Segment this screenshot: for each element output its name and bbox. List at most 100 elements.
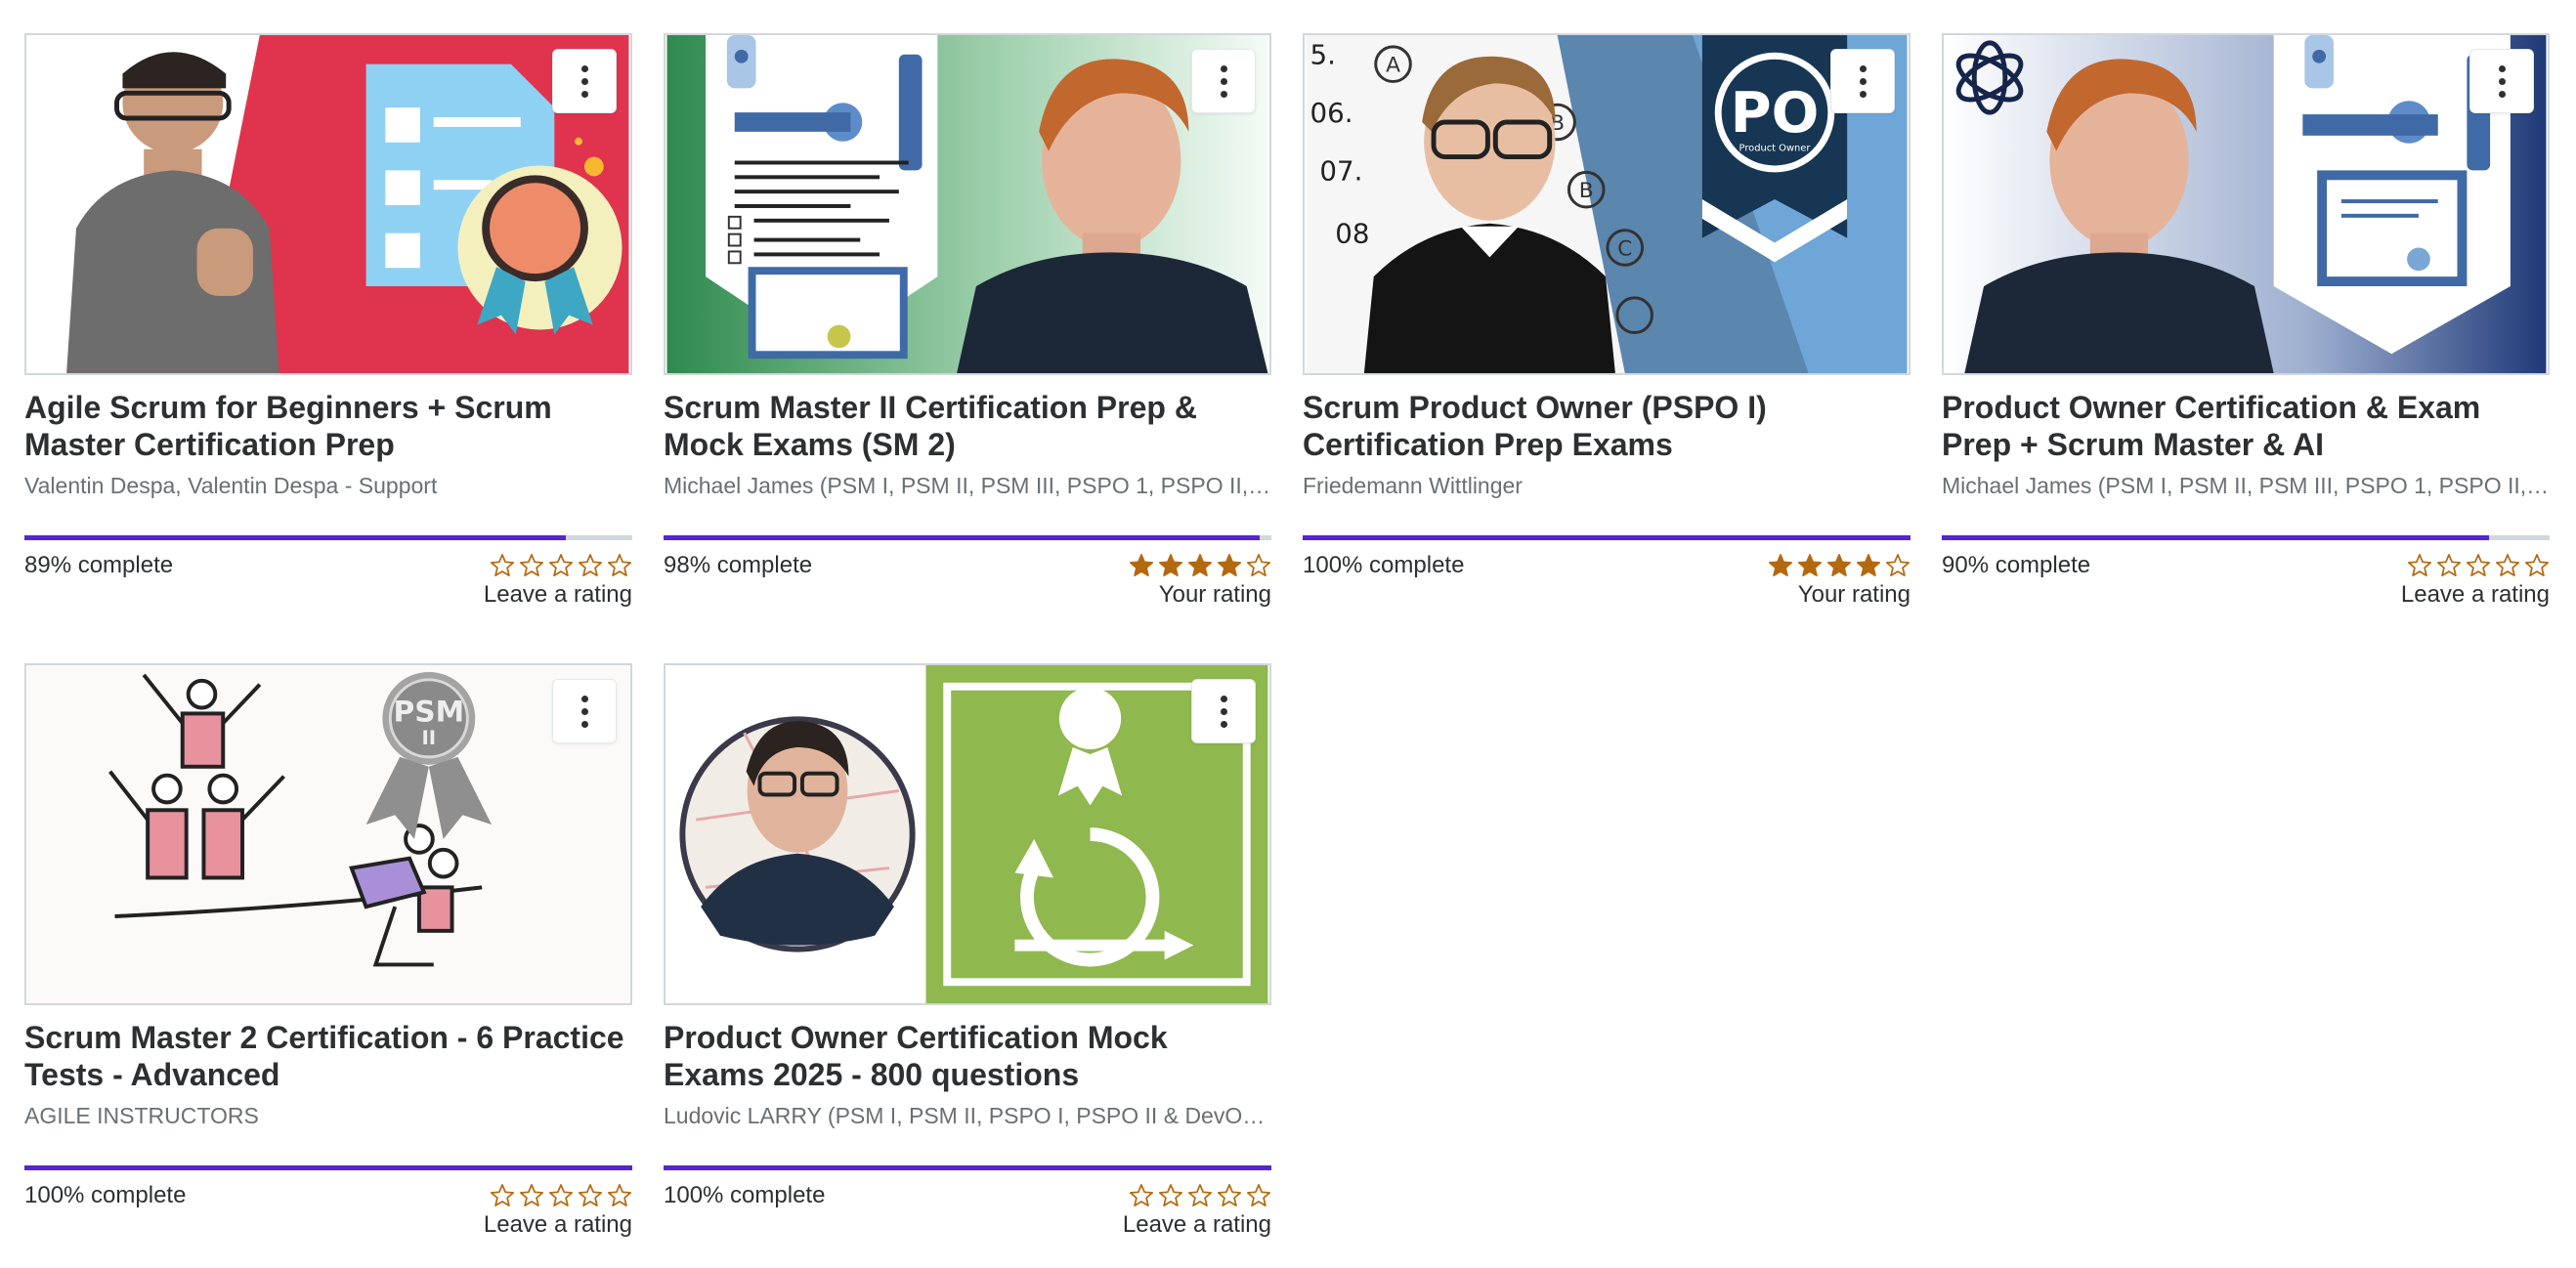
rating-control[interactable]: Leave a rating <box>2401 550 2550 611</box>
progress-bar <box>664 535 1271 540</box>
course-options-button[interactable] <box>552 49 617 113</box>
course-instructor: Friedemann Wittlinger <box>1303 473 1523 498</box>
course-thumbnail[interactable]: PSM II <box>24 663 632 1005</box>
more-icon <box>2498 64 2506 72</box>
quiz-number: 08 <box>1335 218 1369 250</box>
star-empty-icon[interactable] <box>1246 1183 1271 1208</box>
course-title[interactable]: Scrum Master II Certification Prep & Moc… <box>664 389 1271 463</box>
star-rating[interactable] <box>2407 550 2550 581</box>
course-title[interactable]: Scrum Master 2 Certification - 6 Practic… <box>24 1019 632 1093</box>
rating-label[interactable]: Your rating <box>1159 579 1271 611</box>
star-rating[interactable] <box>490 550 632 581</box>
star-empty-icon[interactable] <box>607 1183 632 1208</box>
course-card[interactable]: PSM II Scrum Master 2 Certification - 6 … <box>24 663 632 1241</box>
progress-text: 100% complete <box>664 1182 826 1208</box>
course-title[interactable]: Product Owner Certification & Exam Prep … <box>1942 389 2550 463</box>
quiz-number: 06. <box>1310 97 1353 129</box>
star-empty-icon[interactable] <box>548 553 574 578</box>
rating-label[interactable]: Leave a rating <box>484 1209 632 1241</box>
course-options-button[interactable] <box>2469 49 2534 113</box>
star-empty-icon[interactable] <box>490 1183 515 1208</box>
quiz-number: 5. <box>1310 39 1336 71</box>
rating-label[interactable]: Leave a rating <box>1123 1209 1271 1241</box>
course-thumbnail-image: 5. 06. 07. 08 A B B C PO Product Owner <box>1306 35 1908 373</box>
star-filled-icon[interactable] <box>1129 553 1154 578</box>
course-options-button[interactable] <box>1191 49 1256 113</box>
more-icon <box>580 695 588 702</box>
progress-text: 98% complete <box>664 552 813 578</box>
rating-label[interactable]: Leave a rating <box>484 579 632 611</box>
star-rating[interactable] <box>1768 550 1911 581</box>
star-empty-icon[interactable] <box>1246 553 1271 578</box>
star-empty-icon[interactable] <box>578 1183 603 1208</box>
star-empty-icon[interactable] <box>578 553 603 578</box>
course-thumbnail-image <box>27 35 629 373</box>
star-rating[interactable] <box>1129 550 1271 581</box>
star-empty-icon[interactable] <box>607 553 632 578</box>
star-empty-icon[interactable] <box>2407 553 2432 578</box>
star-rating[interactable] <box>1129 1180 1271 1211</box>
star-filled-icon[interactable] <box>1797 553 1823 578</box>
star-empty-icon[interactable] <box>519 1183 544 1208</box>
course-instructor: Ludovic LARRY (PSM I, PSM II, PSPO I, PS… <box>664 1103 1271 1128</box>
star-filled-icon[interactable] <box>1158 553 1183 578</box>
rating-control[interactable]: Leave a rating <box>484 1180 632 1241</box>
rating-control[interactable]: Your rating <box>1768 550 1911 611</box>
star-empty-icon[interactable] <box>1187 1183 1213 1208</box>
course-card[interactable]: Product Owner Certification Mock Exams 2… <box>664 663 1271 1241</box>
course-options-button[interactable] <box>1830 49 1895 113</box>
rating-control[interactable]: Your rating <box>1129 550 1271 611</box>
course-thumbnail-image <box>1945 35 2547 373</box>
course-thumbnail-image <box>666 665 1268 1003</box>
course-instructor: Valentin Despa, Valentin Despa - Support <box>24 473 438 498</box>
star-empty-icon[interactable] <box>1885 553 1911 578</box>
psm-badge-text: PSM <box>394 694 465 728</box>
rating-control[interactable]: Leave a rating <box>1123 1180 1271 1241</box>
star-filled-icon[interactable] <box>1217 553 1242 578</box>
course-card[interactable]: 5. 06. 07. 08 A B B C PO Product Owner S… <box>1303 33 1911 611</box>
rating-control[interactable]: Leave a rating <box>484 550 632 611</box>
quiz-number: 07. <box>1319 154 1362 187</box>
course-options-button[interactable] <box>1191 679 1256 743</box>
star-empty-icon[interactable] <box>548 1183 574 1208</box>
star-filled-icon[interactable] <box>1856 553 1881 578</box>
progress-text: 89% complete <box>24 552 174 578</box>
star-rating[interactable] <box>490 1180 632 1211</box>
star-empty-icon[interactable] <box>1217 1183 1242 1208</box>
star-empty-icon[interactable] <box>1158 1183 1183 1208</box>
quiz-letter: B <box>1579 179 1594 203</box>
quiz-letter: A <box>1386 54 1400 78</box>
star-empty-icon[interactable] <box>2495 553 2520 578</box>
course-thumbnail-image: PSM II <box>27 665 629 1003</box>
more-icon <box>580 64 588 72</box>
more-icon <box>1859 64 1867 72</box>
star-filled-icon[interactable] <box>1768 553 1793 578</box>
star-empty-icon[interactable] <box>1129 1183 1154 1208</box>
star-empty-icon[interactable] <box>2524 553 2550 578</box>
course-title[interactable]: Product Owner Certification Mock Exams 2… <box>664 1019 1271 1093</box>
star-empty-icon[interactable] <box>490 553 515 578</box>
star-filled-icon[interactable] <box>1187 553 1213 578</box>
course-thumbnail[interactable]: 5. 06. 07. 08 A B B C PO Product Owner <box>1303 33 1911 375</box>
course-title[interactable]: Agile Scrum for Beginners + Scrum Master… <box>24 389 632 463</box>
course-card[interactable]: Product Owner Certification & Exam Prep … <box>1942 33 2550 611</box>
course-card[interactable]: Agile Scrum for Beginners + Scrum Master… <box>24 33 632 611</box>
course-thumbnail[interactable] <box>664 33 1271 375</box>
course-instructor: Michael James (PSM I, PSM II, PSM III, P… <box>1942 473 2550 498</box>
course-thumbnail[interactable] <box>24 33 632 375</box>
more-icon <box>1220 64 1227 72</box>
course-title[interactable]: Scrum Product Owner (PSPO I) Certificati… <box>1303 389 1911 463</box>
course-thumbnail[interactable] <box>1942 33 2550 375</box>
progress-bar <box>24 535 632 540</box>
course-card[interactable]: Scrum Master II Certification Prep & Moc… <box>664 33 1271 611</box>
star-empty-icon[interactable] <box>519 553 544 578</box>
rating-label[interactable]: Your rating <box>1798 579 1911 611</box>
psm-badge-subtext: II <box>421 727 436 749</box>
course-thumbnail[interactable] <box>664 663 1271 1005</box>
rating-label[interactable]: Leave a rating <box>2401 579 2550 611</box>
star-filled-icon[interactable] <box>1826 553 1852 578</box>
star-empty-icon[interactable] <box>2466 553 2491 578</box>
star-empty-icon[interactable] <box>2436 553 2462 578</box>
course-options-button[interactable] <box>552 679 617 743</box>
po-badge-subtext: Product Owner <box>1739 144 1812 154</box>
